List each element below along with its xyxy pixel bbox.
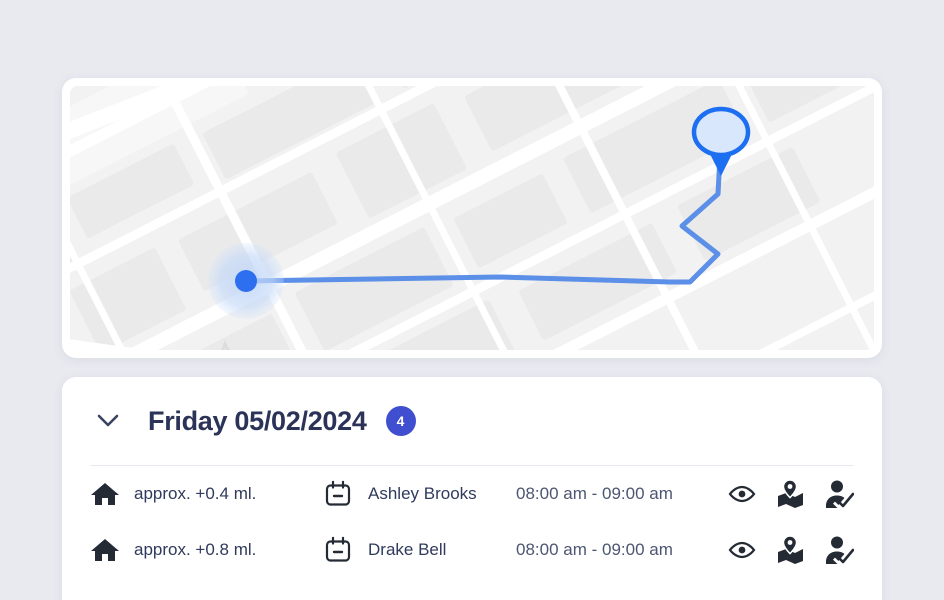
user-check-icon[interactable] [824,536,854,564]
chevron-down-icon[interactable] [90,403,126,439]
table-row[interactable]: approx. +0.4 ml. Ashley Brooks 08:00 am … [62,466,882,522]
client-name: Drake Bell [368,540,447,559]
distance-label: approx. +0.4 ml. [134,484,257,503]
appointment-count-badge: 4 [385,406,416,436]
eye-icon[interactable] [728,540,756,560]
row-actions [728,480,854,508]
distance-label: approx. +0.8 ml. [134,540,257,559]
appointments-card: Friday 05/02/2024 4 approx. +0.4 ml. Ash… [62,377,882,600]
home-icon [90,481,134,507]
origin-dot [235,270,257,292]
client-name: Ashley Brooks [368,484,477,503]
user-check-icon[interactable] [824,480,854,508]
calendar-icon [324,536,368,564]
day-title: Friday 05/02/2024 [148,405,367,436]
map-viewport[interactable] [70,86,874,350]
calendar-icon [324,480,368,508]
home-icon [90,537,134,563]
map-card [62,78,882,358]
appointment-time: 08:00 am - 09:00 am [516,540,673,559]
map-pin-icon[interactable] [775,480,805,508]
page-root: Friday 05/02/2024 4 approx. +0.4 ml. Ash… [0,0,944,600]
map-pin-icon[interactable] [775,536,805,564]
map-canvas [70,86,874,350]
table-row[interactable]: approx. +0.8 ml. Drake Bell 08:00 am - 0… [62,522,882,578]
row-actions [728,536,854,564]
eye-icon[interactable] [728,484,756,504]
appointment-time: 08:00 am - 09:00 am [516,484,673,503]
day-group-header[interactable]: Friday 05/02/2024 4 [62,377,882,465]
